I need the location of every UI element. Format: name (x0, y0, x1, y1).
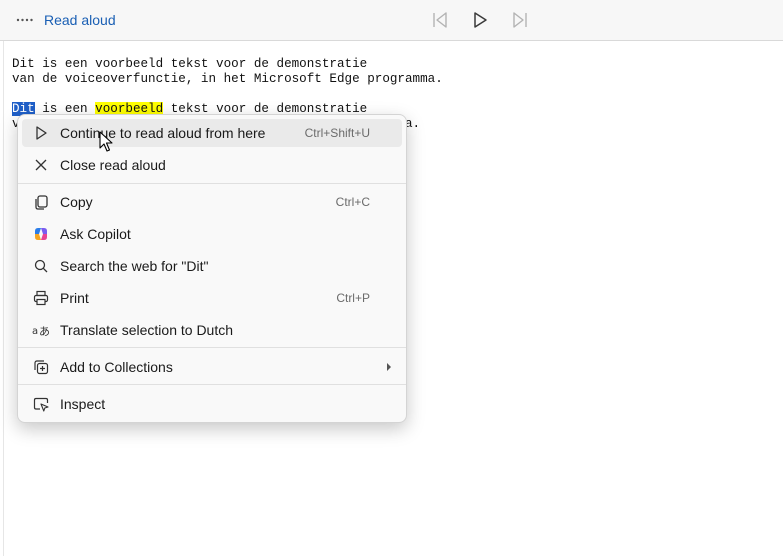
copy-item[interactable]: Copy Ctrl+C (22, 188, 402, 216)
copy-icon (35, 195, 48, 210)
svg-text:あ: あ (39, 325, 50, 338)
text-line-2: van de voiceoverfunctie, in het Microsof… (12, 72, 443, 86)
play-icon[interactable] (470, 10, 490, 30)
context-menu: Continue to read aloud from here Ctrl+Sh… (17, 114, 407, 423)
play-icon (36, 126, 47, 140)
search-web-item[interactable]: Search the web for "Dit" (22, 252, 402, 280)
copilot-icon (35, 228, 47, 240)
mouse-cursor-icon (99, 131, 113, 152)
menu-item-shortcut: Ctrl+C (335, 195, 370, 209)
search-icon (34, 259, 48, 273)
inspect-item[interactable]: Inspect (22, 390, 402, 418)
read-aloud-title: Read aloud (44, 12, 116, 28)
menu-item-label: Ask Copilot (60, 226, 131, 242)
previous-paragraph-icon[interactable] (430, 10, 450, 30)
continue-read-aloud-item[interactable]: Continue to read aloud from here Ctrl+Sh… (22, 119, 402, 147)
read-aloud-toolbar: Read aloud (0, 0, 783, 41)
translate-icon: a あ (32, 325, 50, 338)
menu-item-label: Add to Collections (60, 359, 173, 375)
close-read-aloud-item[interactable]: Close read aloud (22, 151, 402, 179)
ask-copilot-item[interactable]: Ask Copilot (22, 220, 402, 248)
translate-item[interactable]: a あ Translate selection to Dutch (22, 316, 402, 344)
more-dots-icon[interactable] (16, 11, 34, 29)
text-line-4-end: a. (405, 117, 421, 131)
chevron-right-icon (387, 363, 391, 371)
printer-icon (33, 290, 49, 306)
menu-item-shortcut: Ctrl+Shift+U (304, 126, 370, 140)
add-to-collections-item[interactable]: Add to Collections (22, 353, 402, 381)
close-icon (35, 159, 47, 171)
menu-separator (18, 347, 406, 348)
print-item[interactable]: Print Ctrl+P (22, 284, 402, 312)
inspect-icon (33, 397, 49, 412)
menu-item-label: Translate selection to Dutch (60, 322, 234, 338)
menu-separator (18, 183, 406, 184)
text-line-1: Dit is een voorbeeld tekst voor de demon… (12, 57, 368, 71)
menu-item-label: Copy (60, 194, 93, 210)
svg-text:a: a (32, 326, 38, 337)
menu-separator (18, 384, 406, 385)
menu-item-label: Print (60, 290, 89, 306)
menu-item-label: Close read aloud (60, 157, 166, 173)
next-paragraph-icon[interactable] (510, 10, 530, 30)
collections-icon (34, 360, 49, 375)
menu-item-label: Search the web for "Dit" (60, 258, 209, 274)
menu-item-shortcut: Ctrl+P (336, 291, 370, 305)
menu-item-label: Inspect (60, 396, 106, 412)
menu-item-label: Continue to read aloud from here (60, 125, 266, 141)
